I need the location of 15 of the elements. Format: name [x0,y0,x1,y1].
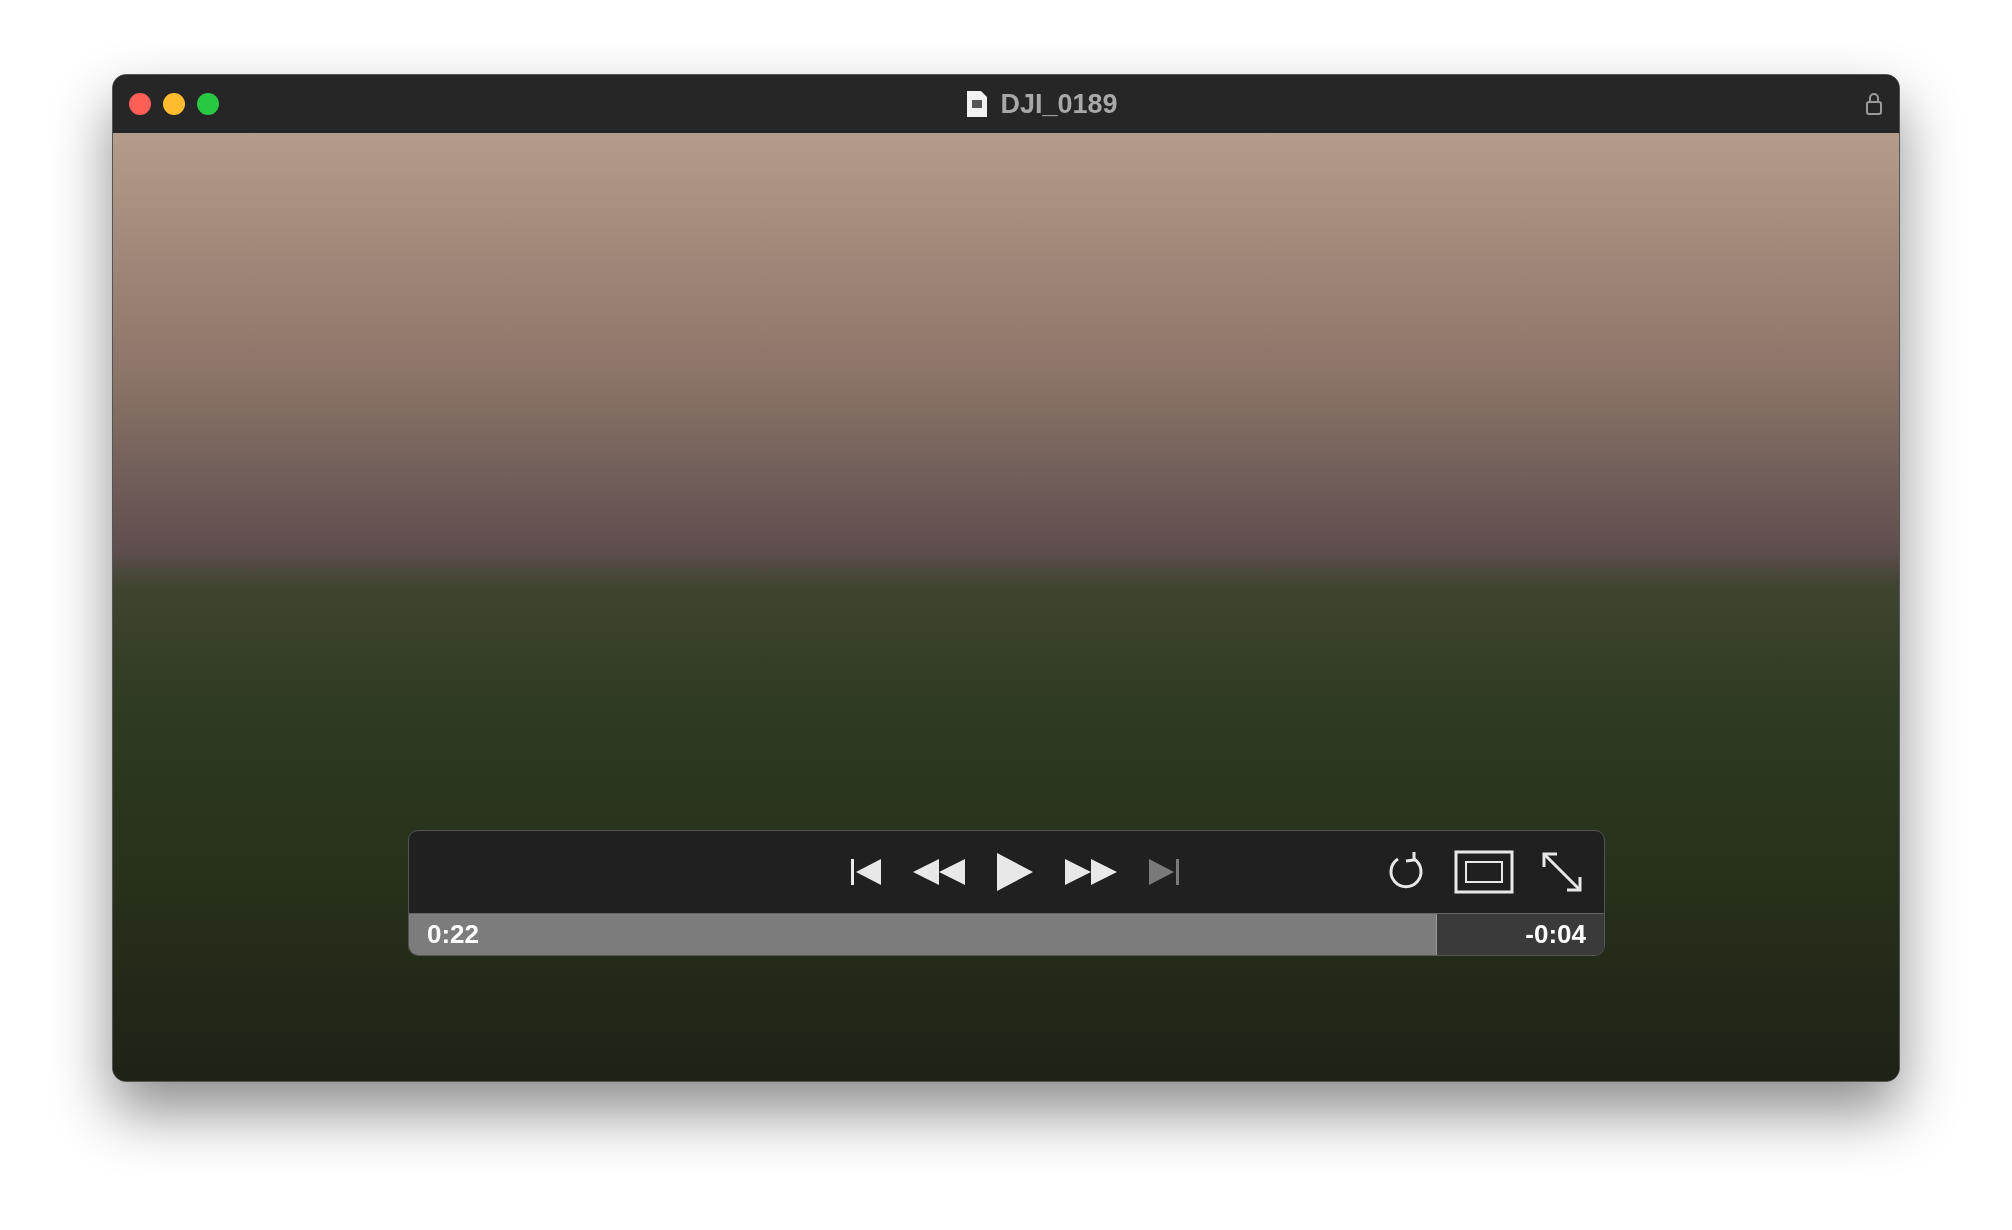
close-button[interactable] [129,93,151,115]
document-icon [966,90,989,118]
window-title: DJI_0189 [1000,87,1118,121]
minimize-button[interactable] [163,93,185,115]
skip-forward-icon [1146,856,1181,888]
play-icon [994,851,1035,893]
progress-track[interactable]: 0:22 -0:04 [409,913,1604,955]
fullscreen-icon[interactable] [1540,850,1584,894]
remaining-time: -0:04 [1525,918,1586,951]
screen-mode-icon[interactable] [1454,850,1514,894]
fast-forward-icon [1062,857,1119,887]
lock-icon [1865,92,1883,116]
skip-back-icon [848,856,883,888]
elapsed-time: 0:22 [427,918,480,951]
zoom-button[interactable] [197,93,219,115]
